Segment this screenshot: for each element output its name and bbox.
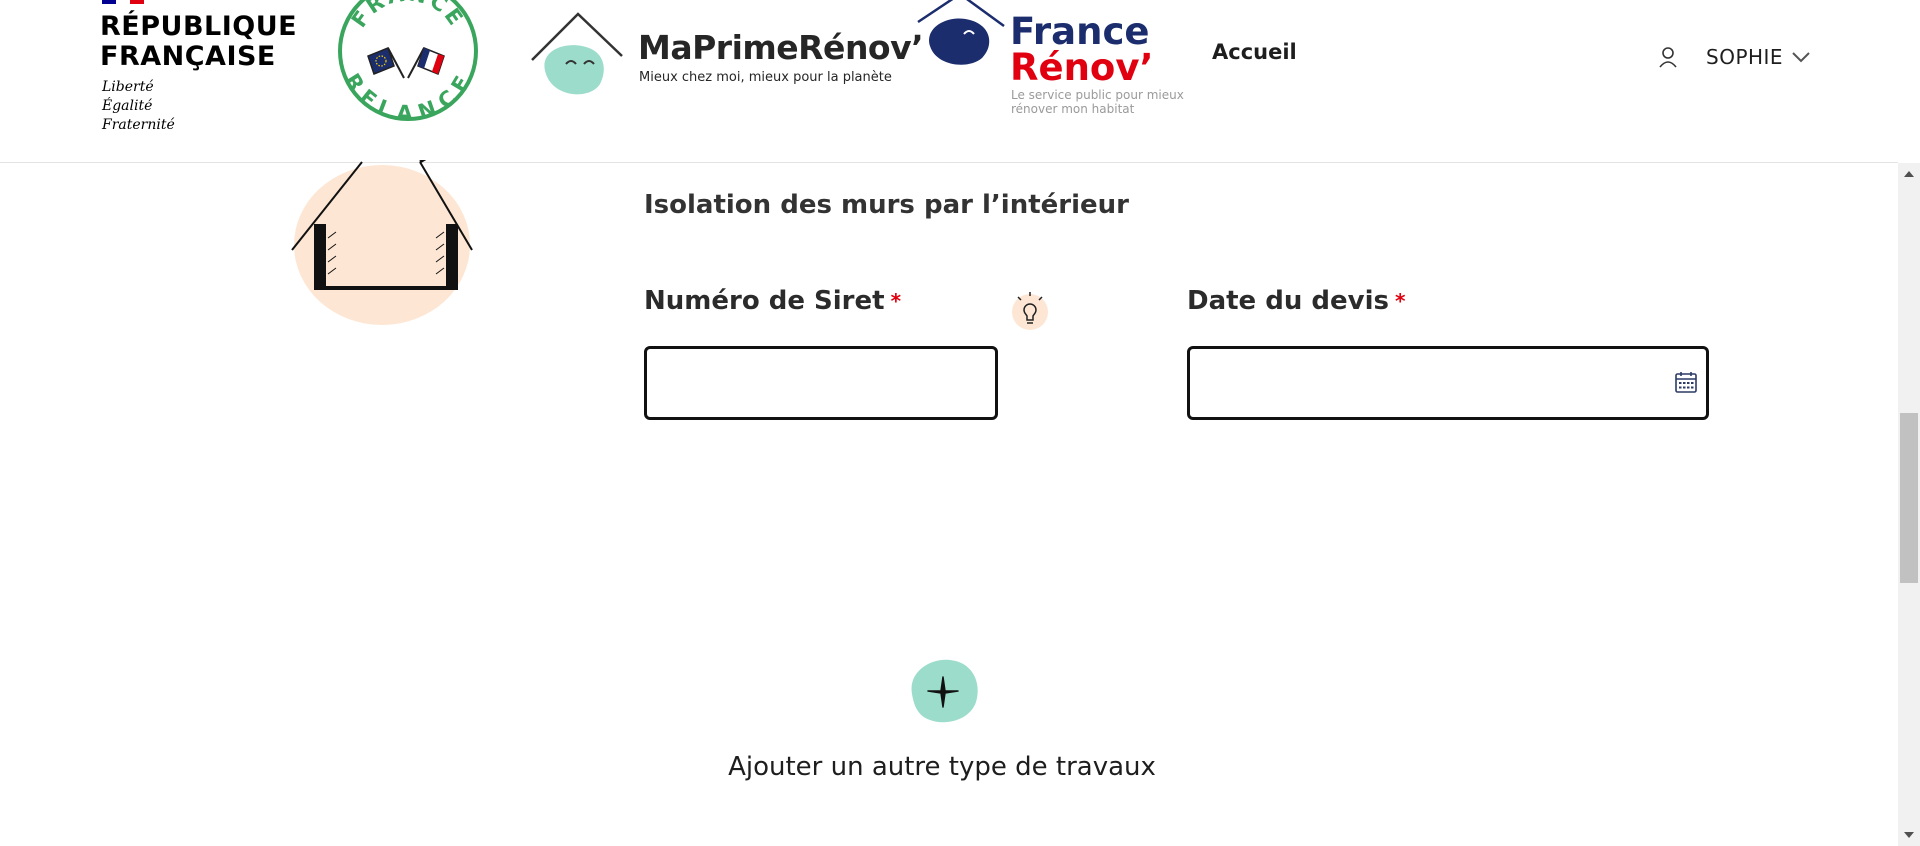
motto-liberte: Liberté <box>102 79 154 95</box>
republique-francaise-logo[interactable]: RÉPUBLIQUE FRANÇAISE Liberté Égalité Fra… <box>100 0 297 140</box>
rf-motto: Liberté Égalité Fraternité <box>102 78 175 135</box>
maprimerenov-name: MaPrimeRénov’ <box>638 28 924 67</box>
work-type-title: Isolation des murs par l’intérieur <box>644 190 1129 220</box>
required-marker: * <box>1395 289 1406 313</box>
vertical-scrollbar[interactable] <box>1898 163 1920 846</box>
france-renov-tagline: Le service public pour mieux rénover mon… <box>1011 88 1184 116</box>
maprimerenov-tagline: Mieux chez moi, mieux pour la planète <box>639 70 892 85</box>
add-work-button[interactable] <box>906 658 980 724</box>
scrollbar-thumb[interactable] <box>1900 413 1918 583</box>
user-icon <box>1659 47 1677 68</box>
france-relance-logo: FRANCE RELANCE <box>338 0 478 124</box>
siret-label: Numéro de Siret * <box>644 286 901 316</box>
required-marker: * <box>890 289 902 313</box>
user-menu[interactable]: SOPHIE <box>1658 42 1811 72</box>
maprimerenov-house-icon <box>531 12 623 95</box>
french-flag-icon <box>102 0 144 4</box>
scroll-up-arrow-icon[interactable] <box>1904 171 1914 177</box>
france-renov-line-2: Rénov’ <box>1010 46 1154 89</box>
chevron-down-icon <box>1792 52 1810 63</box>
add-work-label[interactable]: Ajouter un autre type de travaux <box>0 752 1884 782</box>
date-devis-label-text: Date du devis <box>1187 286 1389 316</box>
rf-title: RÉPUBLIQUE FRANÇAISE <box>100 12 297 72</box>
svg-text:FRANCE: FRANCE <box>347 0 469 32</box>
date-devis-label: Date du devis * <box>1187 286 1405 316</box>
lightbulb-icon[interactable] <box>1008 286 1052 334</box>
calendar-icon[interactable] <box>1674 370 1698 394</box>
motto-egalite: Égalité <box>102 98 153 114</box>
nav-accueil-link[interactable]: Accueil <box>1212 40 1297 64</box>
france-renov-logo[interactable]: France Rénov’ Le service public pour mie… <box>916 0 1184 126</box>
france-renov-house-icon <box>917 0 1005 65</box>
rf-title-line-2: FRANÇAISE <box>100 41 276 72</box>
wall-insulation-house-icon <box>291 160 473 325</box>
rf-title-line-1: RÉPUBLIQUE <box>100 11 298 42</box>
scroll-down-arrow-icon[interactable] <box>1904 832 1914 838</box>
date-devis-input[interactable] <box>1187 346 1709 420</box>
motto-fraternite: Fraternité <box>102 117 175 133</box>
user-name: SOPHIE <box>1706 45 1784 69</box>
siret-input[interactable] <box>644 346 998 420</box>
site-header: RÉPUBLIQUE FRANÇAISE Liberté Égalité Fra… <box>0 0 1898 163</box>
siret-label-text: Numéro de Siret <box>644 286 885 316</box>
maprimerenov-logo[interactable]: MaPrimeRénov’ Mieux chez moi, mieux pour… <box>528 8 924 98</box>
